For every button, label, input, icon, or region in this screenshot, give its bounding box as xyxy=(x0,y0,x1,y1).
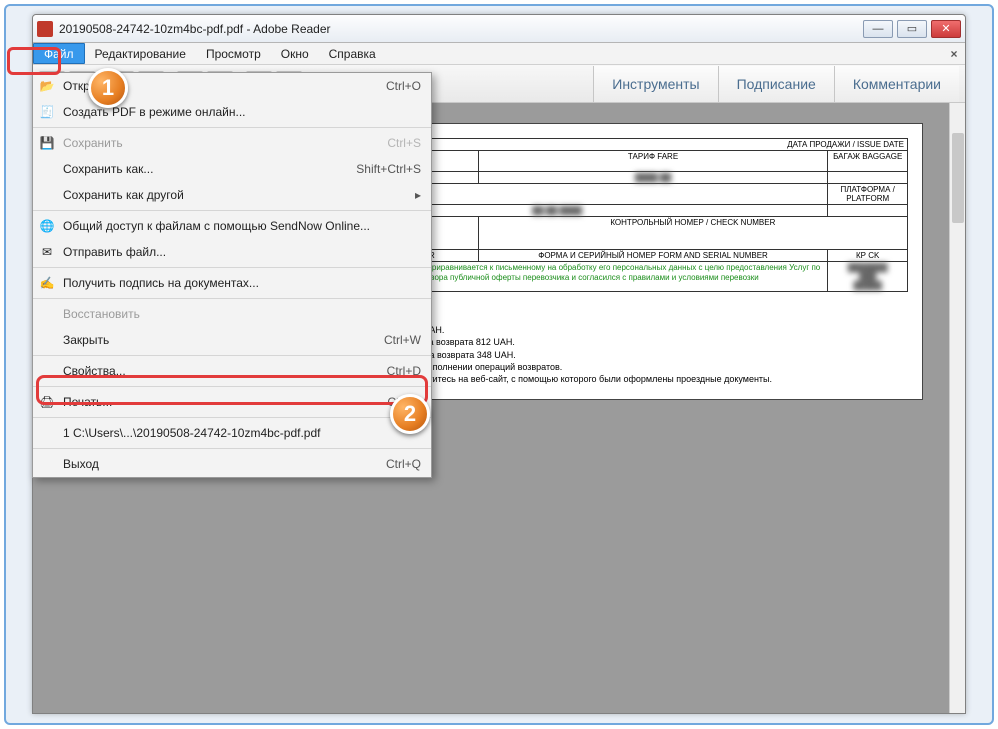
pdf-create-icon: 🧾 xyxy=(39,104,55,120)
menubar: Файл Редактирование Просмотр Окно Справк… xyxy=(33,43,965,65)
platform-label: ПЛАТФОРМА / PLATFORM xyxy=(828,184,908,205)
menu-file[interactable]: Файл xyxy=(33,43,85,64)
menu-send-file[interactable]: ✉Отправить файл... xyxy=(33,239,431,265)
tab-sign[interactable]: Подписание xyxy=(718,66,834,102)
share-icon: 🌐 xyxy=(39,218,55,234)
file-menu-dropdown: 📂Открыть...Ctrl+O 🧾Создать PDF в режиме … xyxy=(32,72,432,478)
menu-save-as[interactable]: Сохранить как...Shift+Ctrl+S xyxy=(33,156,431,182)
save-disk-icon: 💾 xyxy=(39,135,55,151)
menu-save-other[interactable]: Сохранить как другой▸ xyxy=(33,182,431,208)
menu-exit[interactable]: ВыходCtrl+Q xyxy=(33,451,431,477)
app-icon xyxy=(37,21,53,37)
signature-icon: ✍ xyxy=(39,275,55,291)
menu-save: 💾СохранитьCtrl+S xyxy=(33,130,431,156)
annotation-badge-1: 1 xyxy=(88,68,128,108)
window-title: 20190508-24742-10zm4bc-pdf.pdf - Adobe R… xyxy=(59,22,863,36)
menu-get-signature[interactable]: ✍Получить подпись на документах... xyxy=(33,270,431,296)
maximize-button[interactable]: ▭ xyxy=(897,20,927,38)
envelope-icon: ✉ xyxy=(39,244,55,260)
menu-properties[interactable]: Свойства...Ctrl+D xyxy=(33,358,431,384)
menu-window[interactable]: Окно xyxy=(271,43,319,64)
doc-close-icon[interactable]: × xyxy=(943,43,965,64)
minimize-button[interactable]: — xyxy=(863,20,893,38)
check-label: КОНТРОЛЬНЫЙ НОМЕР / CHECK NUMBER xyxy=(478,217,907,250)
menu-restore: Восстановить xyxy=(33,301,431,327)
col-baggage: БАГАЖ BAGGAGE xyxy=(828,151,908,172)
menu-recent-1[interactable]: 1 C:\Users\...\20190508-24742-10zm4bc-pd… xyxy=(33,420,431,446)
close-button[interactable]: ✕ xyxy=(931,20,961,38)
menu-edit[interactable]: Редактирование xyxy=(85,43,196,64)
menu-create-online[interactable]: 🧾Создать PDF в режиме онлайн... xyxy=(33,99,431,125)
vertical-scrollbar[interactable] xyxy=(949,103,965,713)
tab-comments[interactable]: Комментарии xyxy=(834,66,959,102)
menu-close[interactable]: ЗакрытьCtrl+W xyxy=(33,327,431,353)
menu-view[interactable]: Просмотр xyxy=(196,43,271,64)
menu-share-sendnow[interactable]: 🌐Общий доступ к файлам с помощью SendNow… xyxy=(33,213,431,239)
scroll-thumb[interactable] xyxy=(952,133,964,223)
menu-print[interactable]: 🖨Печать...Ctrl+P xyxy=(33,389,431,415)
tab-tools[interactable]: Инструменты xyxy=(593,66,717,102)
titlebar: 20190508-24742-10zm4bc-pdf.pdf - Adobe R… xyxy=(33,15,965,43)
col-fare: ТАРИФ FARE xyxy=(478,151,828,172)
folder-open-icon: 📂 xyxy=(39,78,55,94)
annotation-badge-2: 2 xyxy=(390,394,430,434)
menu-help[interactable]: Справка xyxy=(319,43,386,64)
form-label: ФОРМА И СЕРИЙНЫЙ НОМЕР FORM AND SERIAL N… xyxy=(478,250,828,262)
chevron-right-icon: ▸ xyxy=(415,188,421,202)
printer-icon: 🖨 xyxy=(39,394,55,410)
ck-label: КР CK xyxy=(828,250,908,262)
